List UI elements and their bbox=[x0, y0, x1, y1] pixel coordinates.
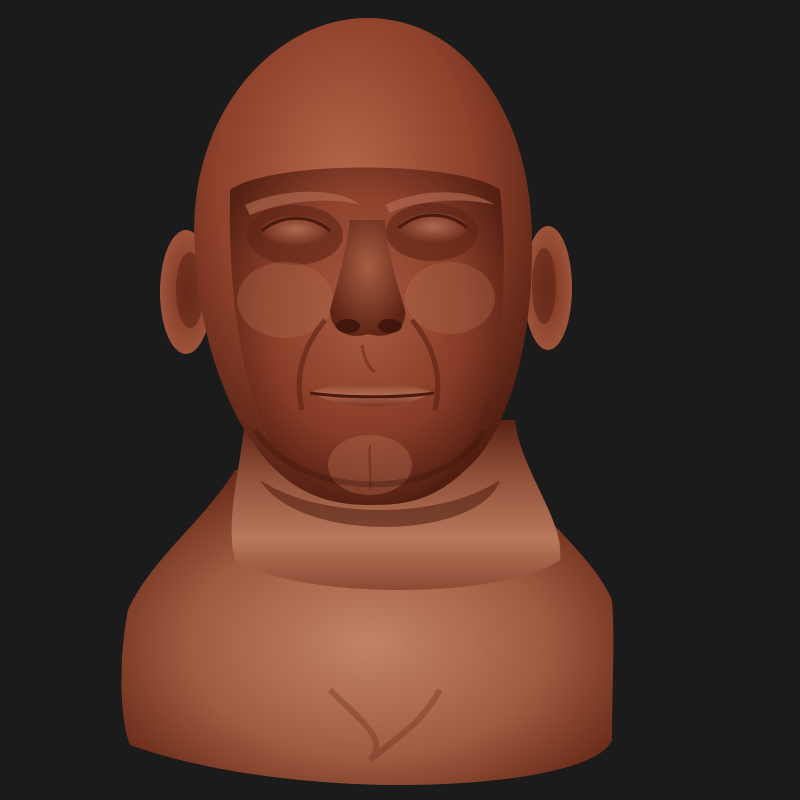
right-eye bbox=[399, 213, 467, 243]
viewport-canvas[interactable] bbox=[0, 0, 800, 800]
left-eye bbox=[262, 216, 330, 246]
sculpt-bust-render bbox=[121, 17, 614, 785]
